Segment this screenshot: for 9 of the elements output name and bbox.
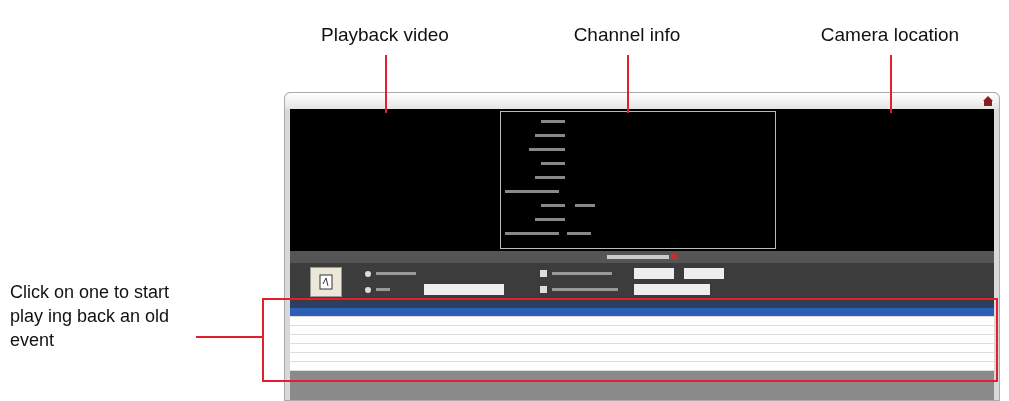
search-button[interactable] bbox=[310, 267, 342, 297]
annotation-label: Playback video bbox=[321, 24, 449, 46]
document-icon bbox=[319, 274, 333, 290]
annotation-label: Camera location bbox=[820, 24, 960, 46]
event-row[interactable] bbox=[290, 308, 994, 317]
annotation-label: Channel info bbox=[573, 24, 681, 46]
callout-text: Click on one to start play ing back an old event bbox=[10, 281, 171, 352]
house-icon bbox=[983, 96, 993, 106]
list-title-drawing bbox=[607, 254, 677, 260]
